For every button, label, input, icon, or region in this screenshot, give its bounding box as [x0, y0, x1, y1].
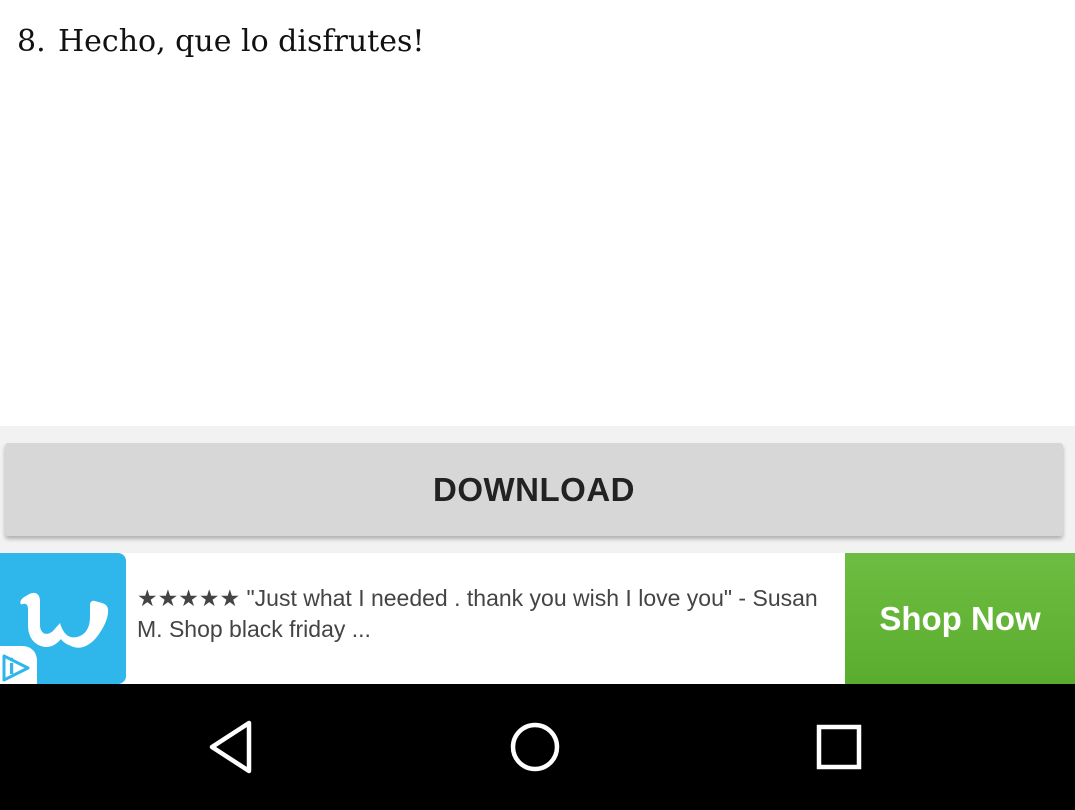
download-area: DOWNLOAD	[0, 426, 1075, 553]
wish-logo-icon[interactable]	[0, 553, 126, 684]
home-circle-icon[interactable]	[505, 717, 565, 777]
step-item: 8. Hecho, que lo disfrutes!	[17, 20, 424, 64]
adchoices-icon[interactable]	[0, 646, 37, 684]
download-button-label: DOWNLOAD	[433, 470, 635, 508]
recents-square-icon[interactable]	[809, 717, 869, 777]
step-number: 8.	[17, 24, 46, 59]
back-triangle-icon[interactable]	[203, 717, 263, 777]
system-nav-bar	[0, 684, 1075, 810]
shop-now-button[interactable]: Shop Now	[845, 553, 1075, 684]
step-text: Hecho, que lo disfrutes!	[58, 24, 425, 59]
ad-banner[interactable]: ★★★★★ "Just what I needed . thank you wi…	[0, 553, 1075, 684]
download-button[interactable]: DOWNLOAD	[5, 443, 1063, 536]
shop-now-label: Shop Now	[879, 599, 1041, 637]
step-content: 8. Hecho, que lo disfrutes!	[0, 0, 1075, 426]
ad-text[interactable]: ★★★★★ "Just what I needed . thank you wi…	[137, 583, 837, 645]
app-screen: 8. Hecho, que lo disfrutes! DOWNLOAD ★★★★…	[0, 0, 1075, 810]
